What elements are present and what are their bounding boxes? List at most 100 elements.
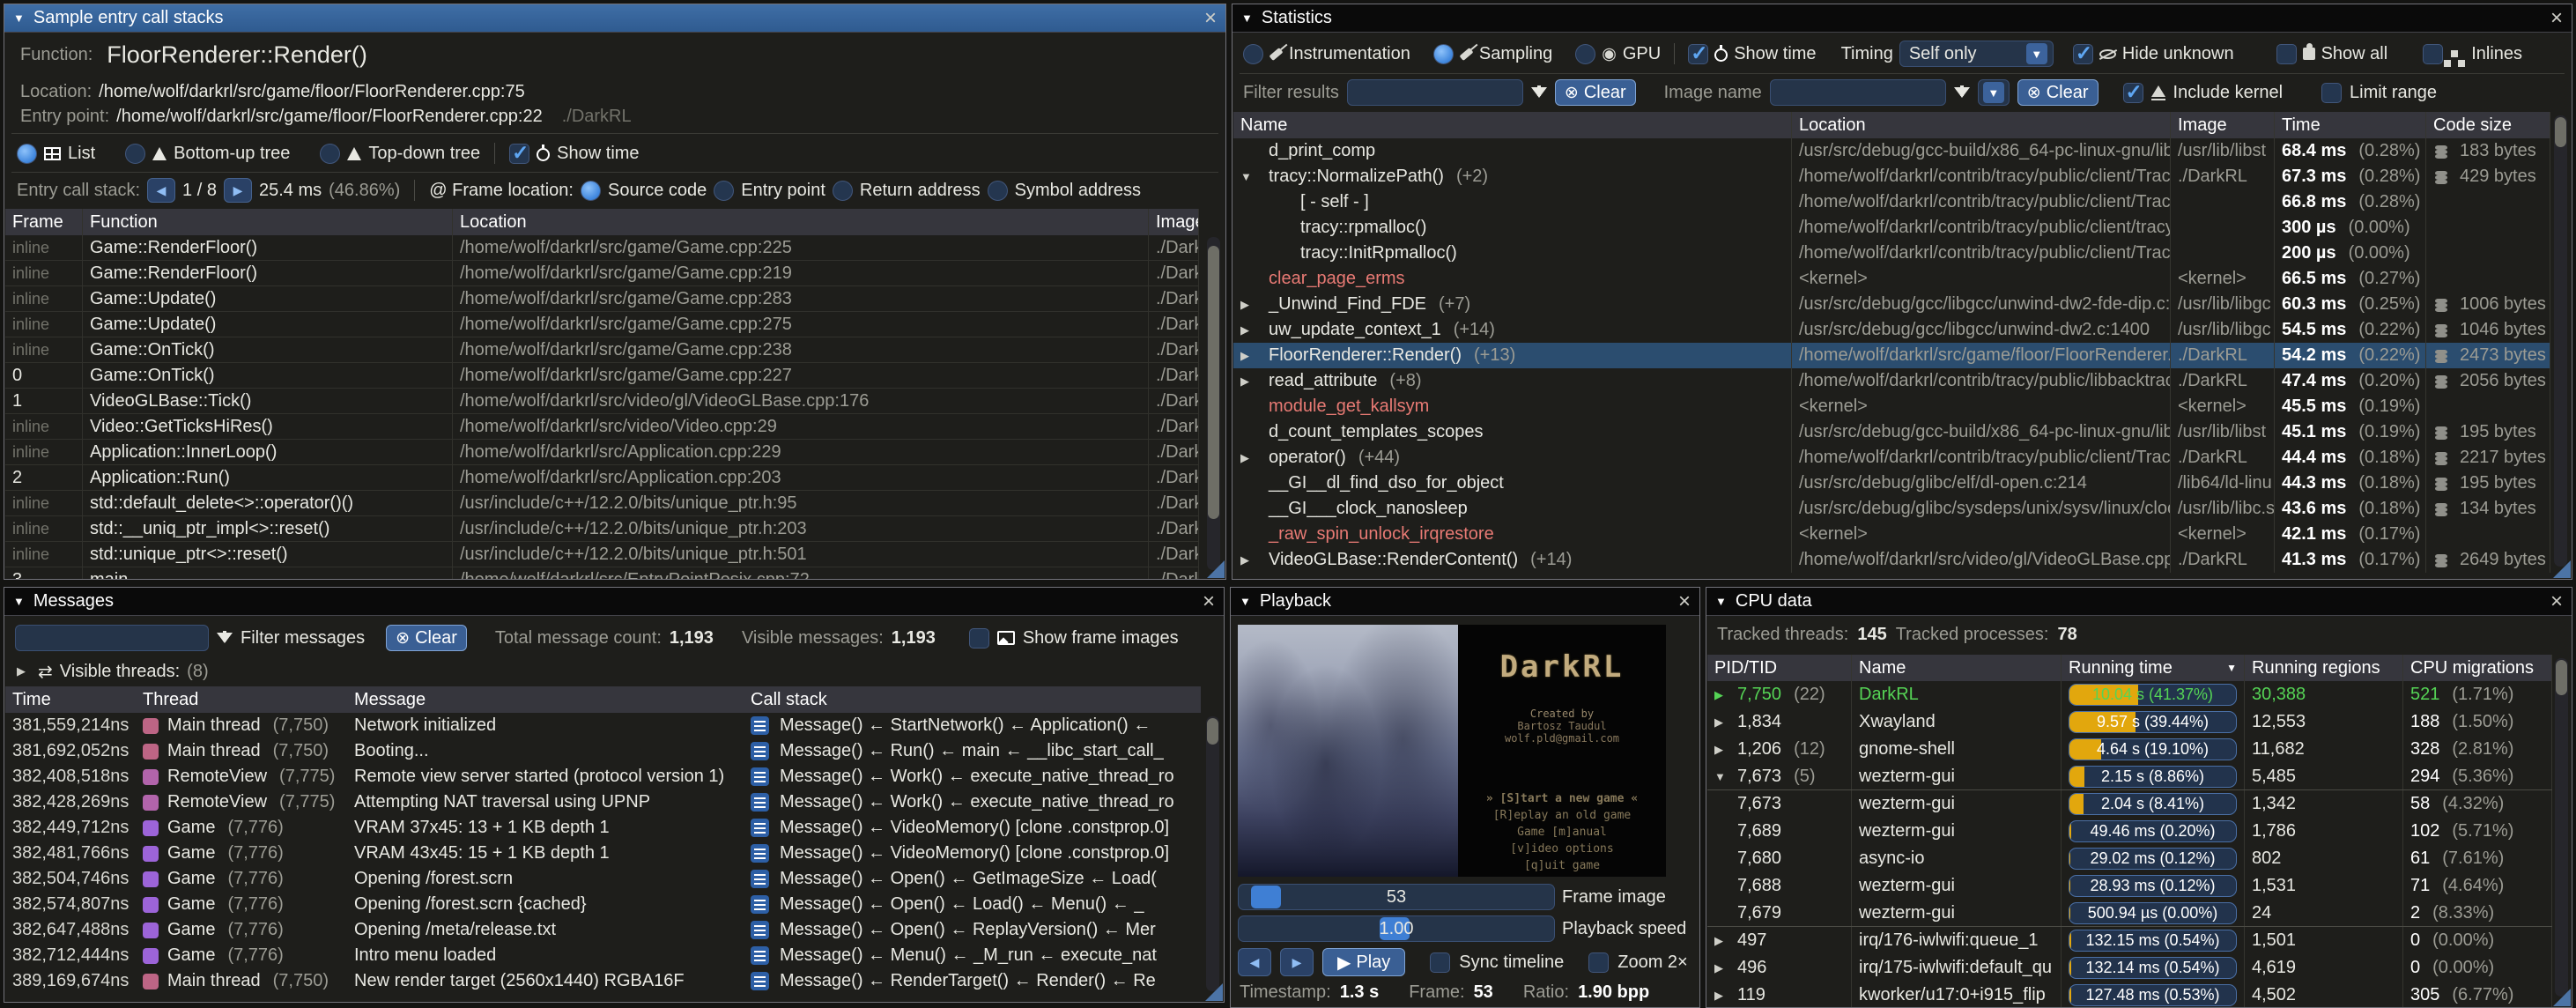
close-icon[interactable]: × bbox=[1203, 591, 1215, 612]
scrollbar-thumb[interactable] bbox=[2556, 660, 2567, 695]
expand-icon[interactable]: ▶ bbox=[1714, 989, 1732, 1003]
image-name-input[interactable] bbox=[1770, 79, 1946, 106]
message-row[interactable]: 381,692,052ns Main thread(7,750) Booting… bbox=[5, 738, 1201, 764]
column-header-image[interactable]: Image bbox=[1149, 209, 1199, 235]
message-row[interactable]: 382,408,518ns RemoteView(7,775) Remote v… bbox=[5, 764, 1201, 789]
message-list-icon[interactable] bbox=[751, 767, 769, 786]
message-row[interactable]: 382,481,766ns Game(7,776) VRAM 43x45: 15… bbox=[5, 841, 1201, 866]
sample-table-row[interactable]: inline std::unique_ptr<>::reset() /usr/i… bbox=[5, 542, 1199, 567]
column-header-thread[interactable]: Thread bbox=[136, 686, 347, 713]
message-row[interactable]: 382,712,444ns Game(7,776) Intro menu loa… bbox=[5, 943, 1201, 968]
sample-table-row[interactable]: 1 VideoGLBase::Tick() /home/wolf/darkrl/… bbox=[5, 389, 1199, 414]
statistics-table-row[interactable]: module_get_kallsym <kernel> <kernel> 45.… bbox=[1233, 394, 2550, 419]
sample-table-row[interactable]: inline Video::GetTicksHiRes() /home/wolf… bbox=[5, 414, 1199, 440]
column-header-image[interactable]: Image bbox=[2171, 112, 2275, 138]
show-frame-images-checkbox[interactable] bbox=[969, 628, 989, 649]
message-row[interactable]: 382,504,746ns Game(7,776) Opening /fores… bbox=[5, 866, 1201, 892]
message-list-icon[interactable] bbox=[751, 895, 769, 914]
scrollbar-thumb[interactable] bbox=[1208, 246, 1219, 519]
show-time-checkbox[interactable] bbox=[509, 144, 529, 164]
statistics-table-row[interactable]: clear_page_erms <kernel> <kernel> 66.5 m… bbox=[1233, 266, 2550, 292]
playback-titlebar[interactable]: ▼ Playback × bbox=[1231, 588, 1699, 616]
message-list-icon[interactable] bbox=[751, 819, 769, 837]
column-header-pid-tid[interactable]: PID/TID bbox=[1707, 655, 1852, 681]
column-header-location[interactable]: Location bbox=[1792, 112, 2171, 138]
chevron-down-icon[interactable]: ▼ bbox=[2026, 43, 2047, 64]
messages-table-header[interactable]: Time Thread Message Call stack bbox=[5, 686, 1201, 713]
resize-handle[interactable] bbox=[1207, 560, 1225, 578]
column-header-message[interactable]: Message bbox=[347, 686, 744, 713]
sample-table-header[interactable]: Frame Function Location Image bbox=[5, 209, 1199, 235]
expand-icon[interactable]: ▶ bbox=[1240, 553, 1263, 567]
clear-image-filter-button[interactable]: ⊗Clear bbox=[2017, 79, 2099, 106]
expand-icon[interactable]: ▶ bbox=[1714, 715, 1732, 730]
filter-results-input[interactable] bbox=[1347, 79, 1523, 106]
scrollbar-thumb[interactable] bbox=[2555, 117, 2566, 147]
cpu-table-row[interactable]: ▶ 496 irq/175-iwlwifi:default_qu 132.14 … bbox=[1707, 954, 2552, 982]
expand-icon[interactable]: ▶ bbox=[1240, 451, 1263, 465]
message-list-icon[interactable] bbox=[751, 793, 769, 812]
sample-table-row[interactable]: inline std::__uniq_ptr_impl<>::reset() /… bbox=[5, 516, 1199, 542]
collapse-icon[interactable]: ▼ bbox=[13, 11, 25, 25]
messages-titlebar[interactable]: ▼ Messages × bbox=[4, 588, 1224, 616]
cpu-table-header[interactable]: PID/TID Name Running time▼ Running regio… bbox=[1707, 655, 2552, 681]
radio-return-address[interactable] bbox=[833, 181, 853, 201]
close-icon[interactable]: × bbox=[2550, 591, 2563, 612]
column-header-name[interactable]: Name bbox=[1852, 655, 2062, 681]
cpu-table-row[interactable]: ▶ 497 irq/176-iwlwifi:queue_1 132.15 ms … bbox=[1707, 927, 2552, 954]
column-header-code-size[interactable]: Code size bbox=[2426, 112, 2550, 138]
sample-panel-titlebar[interactable]: ▼ Sample entry call stacks × bbox=[4, 4, 1225, 33]
cpu-table-row[interactable]: ▶ 1,834 Xwayland 9.57 s (39.44%) 12,553 … bbox=[1707, 708, 2552, 736]
collapse-icon[interactable]: ▼ bbox=[1715, 595, 1727, 608]
statistics-table-row[interactable]: ▶ read_attribute (+8) /home/wolf/darkrl/… bbox=[1233, 368, 2550, 394]
filter-icon[interactable] bbox=[1531, 87, 1547, 98]
sample-table-row[interactable]: inline Game::Update() /home/wolf/darkrl/… bbox=[5, 312, 1199, 337]
radio-list[interactable] bbox=[17, 144, 37, 164]
radio-instrumentation[interactable] bbox=[1243, 44, 1263, 64]
message-list-icon[interactable] bbox=[751, 870, 769, 888]
message-list-icon[interactable] bbox=[751, 716, 769, 735]
statistics-table-row[interactable]: ▶ FloorRenderer::Render() (+13) /home/wo… bbox=[1233, 343, 2550, 368]
play-button[interactable]: ▶Play bbox=[1322, 948, 1405, 976]
statistics-table-row[interactable]: _raw_spin_unlock_irqrestore <kernel> <ke… bbox=[1233, 522, 2550, 547]
statistics-table-row[interactable]: ▶ uw_update_context_1 (+14) /usr/src/deb… bbox=[1233, 317, 2550, 343]
expand-icon[interactable]: ▶ bbox=[1240, 323, 1263, 337]
message-filter-input[interactable] bbox=[15, 625, 209, 651]
statistics-table-row[interactable]: ▶ operator() (+44) /home/wolf/darkrl/con… bbox=[1233, 445, 2550, 471]
frame-image-preview[interactable]: DarkRL Created by Bartosz Taudul wolf.pl… bbox=[1238, 625, 1666, 877]
column-header-time[interactable]: Time bbox=[2275, 112, 2426, 138]
column-header-name[interactable]: Name bbox=[1233, 112, 1792, 138]
message-list-icon[interactable] bbox=[751, 946, 769, 965]
include-kernel-checkbox[interactable] bbox=[2123, 83, 2143, 103]
filter-icon[interactable] bbox=[1954, 87, 1970, 98]
expand-icon[interactable]: ▶ bbox=[1240, 374, 1263, 389]
limit-range-checkbox[interactable] bbox=[2321, 83, 2342, 103]
cpu-table-row[interactable]: ▶ 1,206(12) gnome-shell 4.64 s (19.10%) … bbox=[1707, 736, 2552, 763]
message-list-icon[interactable] bbox=[751, 844, 769, 863]
visible-threads-row[interactable]: ▶ ⇄ Visible threads: (8) bbox=[17, 660, 209, 683]
expand-icon[interactable]: ▼ bbox=[1714, 770, 1732, 783]
statistics-table-header[interactable]: Name Location Image Time Code size bbox=[1233, 112, 2550, 138]
statistics-titlebar[interactable]: ▼ Statistics × bbox=[1232, 4, 2572, 33]
show-time-checkbox[interactable] bbox=[1688, 44, 1708, 64]
collapse-icon[interactable]: ▼ bbox=[1241, 11, 1253, 25]
expand-icon[interactable]: ▶ bbox=[1714, 743, 1732, 757]
show-all-checkbox[interactable] bbox=[2276, 44, 2297, 64]
zoom-2x-checkbox[interactable] bbox=[1588, 952, 1609, 973]
cpu-table-row[interactable]: 7,680 async-io 29.02 ms (0.12%) 802 61(7… bbox=[1707, 845, 2552, 872]
column-header-time[interactable]: Time bbox=[5, 686, 136, 713]
message-row[interactable]: 382,449,712ns Game(7,776) VRAM 37x45: 13… bbox=[5, 815, 1201, 841]
sample-table-row[interactable]: 0 Game::OnTick() /home/wolf/darkrl/src/g… bbox=[5, 363, 1199, 389]
sample-table-row[interactable]: inline std::default_delete<>::operator()… bbox=[5, 491, 1199, 516]
statistics-table-row[interactable]: __GI__dl_find_dso_for_object /usr/src/de… bbox=[1233, 471, 2550, 496]
column-header-running-regions[interactable]: Running regions bbox=[2245, 655, 2403, 681]
message-list-icon[interactable] bbox=[751, 921, 769, 939]
cpu-table-row[interactable]: 7,679 wezterm-gui 500.94 µs (0.00%) 24 2… bbox=[1707, 900, 2552, 927]
scrollbar-thumb[interactable] bbox=[1207, 718, 1218, 745]
statistics-table-row[interactable]: ▶ _Unwind_Find_FDE (+7) /usr/src/debug/g… bbox=[1233, 292, 2550, 317]
collapse-icon[interactable]: ▼ bbox=[13, 595, 25, 608]
frame-image-slider[interactable]: 53 bbox=[1238, 884, 1555, 910]
clear-messages-button[interactable]: ⊗Clear bbox=[386, 625, 467, 651]
message-row[interactable]: 381,559,214ns Main thread(7,750) Network… bbox=[5, 713, 1201, 738]
cpu-table-row[interactable]: 7,688 wezterm-gui 28.93 ms (0.12%) 1,531… bbox=[1707, 872, 2552, 900]
